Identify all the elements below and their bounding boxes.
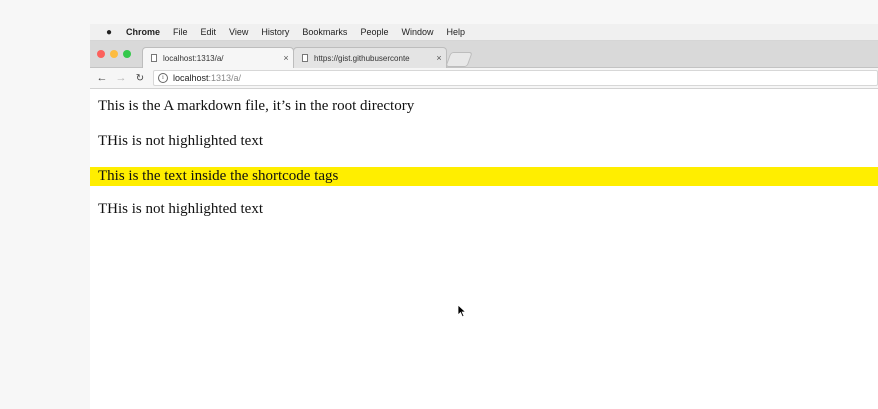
new-tab-button[interactable] [445, 52, 473, 67]
tab-close-icon[interactable]: × [279, 53, 293, 63]
paragraph-not-highlighted: THis is not highlighted text [98, 133, 263, 149]
info-icon[interactable]: i [158, 73, 168, 83]
window-close-button[interactable] [97, 50, 105, 58]
menu-people[interactable]: People [360, 27, 388, 37]
menu-file[interactable]: File [173, 27, 188, 37]
menu-bookmarks[interactable]: Bookmarks [302, 27, 347, 37]
menu-edit[interactable]: Edit [201, 27, 217, 37]
page-icon [151, 54, 157, 62]
url-host: localhost [173, 73, 209, 83]
menu-chrome[interactable]: Chrome [126, 27, 160, 37]
toolbar: ← → ↻ i localhost:1313/a/ [90, 68, 878, 89]
screen: ● Chrome File Edit View History Bookmark… [90, 0, 878, 409]
apple-icon[interactable]: ● [104, 27, 114, 38]
back-arrow-icon[interactable]: ← [95, 72, 109, 84]
page-content: This is the A markdown file, it’s in the… [90, 89, 878, 409]
menubar: ● Chrome File Edit View History Bookmark… [90, 24, 878, 41]
tab-title: https://gist.githubuserconte [314, 53, 410, 63]
menu-help[interactable]: Help [446, 27, 465, 37]
menu-view[interactable]: View [229, 27, 248, 37]
menu-window[interactable]: Window [401, 27, 433, 37]
tab-bar: localhost:1313/a/ × https://gist.githubu… [90, 41, 878, 68]
tab-localhost[interactable]: localhost:1313/a/ × [142, 47, 294, 68]
page-icon [302, 54, 308, 62]
paragraph-intro: This is the A markdown file, it’s in the… [98, 98, 415, 114]
mouse-cursor-icon [457, 304, 467, 318]
top-strip [90, 0, 878, 24]
window-minimize-button[interactable] [110, 50, 118, 58]
menu-history[interactable]: History [261, 27, 289, 37]
address-bar[interactable]: i localhost:1313/a/ [153, 70, 878, 86]
left-margin [0, 0, 90, 409]
tab-close-icon[interactable]: × [432, 53, 446, 63]
highlighted-shortcode-text: This is the text inside the shortcode ta… [90, 167, 878, 186]
forward-arrow-icon[interactable]: → [114, 72, 128, 84]
url-path: :1313/a/ [208, 73, 242, 83]
window-maximize-button[interactable] [123, 50, 131, 58]
paragraph-not-highlighted-2: THis is not highlighted text [98, 201, 263, 217]
tab-title: localhost:1313/a/ [163, 53, 224, 63]
tab-gist[interactable]: https://gist.githubuserconte × [293, 47, 447, 68]
reload-icon[interactable]: ↻ [133, 73, 147, 84]
